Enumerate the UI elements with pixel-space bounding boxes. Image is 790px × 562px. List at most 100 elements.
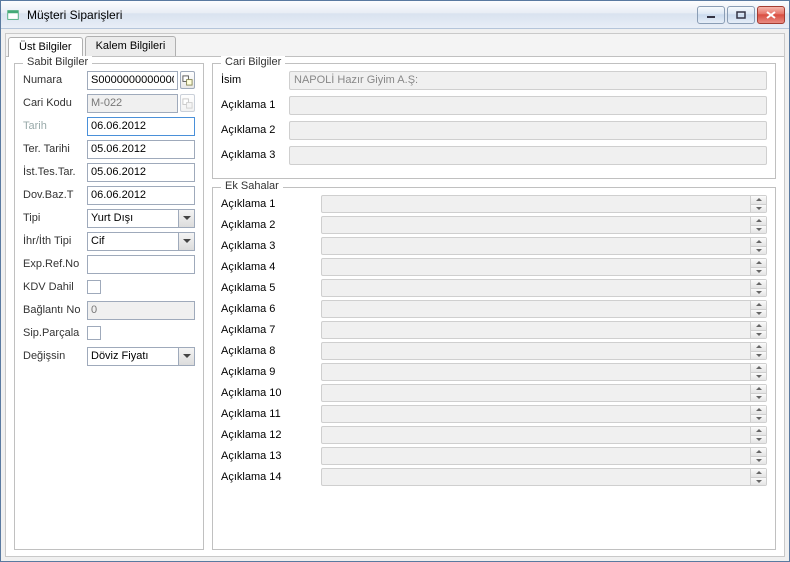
ek-aciklama-7-input[interactable] [321,321,767,339]
chevron-down-icon [178,348,194,365]
tab-ust-bilgiler[interactable]: Üst Bilgiler [8,37,83,57]
ek-label: Açıklama 13 [221,450,321,462]
ek-row: Açıklama 2 [221,215,767,235]
ek-aciklama-9-input[interactable] [321,363,767,381]
baglanti-no-input[interactable] [87,301,195,320]
ek-row: Açıklama 3 [221,236,767,256]
exp-ref-no-input[interactable] [87,255,195,274]
close-button[interactable] [757,6,785,24]
cari-aciklama3-value [289,146,767,165]
ek-value [322,301,750,317]
window-buttons [697,6,785,24]
spin-up-button[interactable] [751,196,766,204]
spin-up-button[interactable] [751,217,766,225]
ek-aciklama-3-input[interactable] [321,237,767,255]
cari-kodu-lookup-button[interactable] [180,94,195,112]
spin-down-button[interactable] [751,246,766,255]
spin-down-button[interactable] [751,435,766,444]
ek-value [322,469,750,485]
lbl-exp-ref-no: Exp.Ref.No [23,258,87,270]
ek-aciklama-12-input[interactable] [321,426,767,444]
spin-down-button[interactable] [751,372,766,381]
numara-input[interactable] [87,71,178,90]
minimize-button[interactable] [697,6,725,24]
ek-label: Açıklama 8 [221,345,321,357]
kdv-dahil-checkbox[interactable] [87,280,101,294]
numara-lookup-button[interactable] [180,71,195,89]
spin-down-button[interactable] [751,267,766,276]
spin-up-button[interactable] [751,238,766,246]
window-title: Müşteri Siparişleri [27,8,697,22]
spin-up-button[interactable] [751,343,766,351]
ek-value [322,343,750,359]
ek-label: Açıklama 4 [221,261,321,273]
spin-down-button[interactable] [751,225,766,234]
cari-kodu-input[interactable] [87,94,178,113]
dov-baz-t-input[interactable] [87,186,195,205]
spin-down-button[interactable] [751,309,766,318]
spin-buttons [750,217,766,233]
ihr-ith-tipi-select[interactable]: Cif [87,232,195,251]
ek-rows-container: Açıklama 1Açıklama 2Açıklama 3 Açıklama 4… [221,194,767,487]
lbl-isim: İsim [221,74,289,86]
ek-row: Açıklama 5 [221,278,767,298]
spin-buttons [750,385,766,401]
ek-aciklama-6-input[interactable] [321,300,767,318]
ter-tarihi-input[interactable] [87,140,195,159]
ek-aciklama-10-input[interactable] [321,384,767,402]
ek-aciklama-13-input[interactable] [321,447,767,465]
spin-up-button[interactable] [751,322,766,330]
ek-value [322,280,750,296]
spin-down-button[interactable] [751,456,766,465]
spin-down-button[interactable] [751,204,766,213]
spin-up-button[interactable] [751,406,766,414]
spin-up-button[interactable] [751,259,766,267]
spin-up-button[interactable] [751,448,766,456]
ek-aciklama-1-input[interactable] [321,195,767,213]
fieldset-sabit-bilgiler: Sabit Bilgiler Numara Cari Kodu [14,63,204,550]
ek-row: Açıklama 9 [221,362,767,382]
spin-buttons [750,280,766,296]
spin-up-button[interactable] [751,364,766,372]
ek-aciklama-5-input[interactable] [321,279,767,297]
spin-up-button[interactable] [751,427,766,435]
ek-aciklama-8-input[interactable] [321,342,767,360]
lbl-ist-tes-tar: İst.Tes.Tar. [23,166,87,178]
tipi-value: Yurt Dışı [91,212,133,224]
ek-aciklama-14-input[interactable] [321,468,767,486]
spin-down-button[interactable] [751,477,766,486]
sip-parcala-checkbox[interactable] [87,326,101,340]
lbl-cari-kodu: Cari Kodu [23,97,87,109]
ek-aciklama-4-input[interactable] [321,258,767,276]
tab-kalem-bilgileri[interactable]: Kalem Bilgileri [85,36,177,56]
ek-row: Açıklama 11 [221,404,767,424]
ek-label: Açıklama 10 [221,387,321,399]
spin-buttons [750,196,766,212]
spin-up-button[interactable] [751,469,766,477]
tipi-select[interactable]: Yurt Dışı [87,209,195,228]
spin-down-button[interactable] [751,330,766,339]
ek-value [322,196,750,212]
legend-ek: Ek Sahalar [221,180,283,192]
ist-tes-tar-input[interactable] [87,163,195,182]
spin-down-button[interactable] [751,393,766,402]
maximize-button[interactable] [727,6,755,24]
ek-row: Açıklama 10 [221,383,767,403]
ek-value [322,448,750,464]
ek-aciklama-11-input[interactable] [321,405,767,423]
spin-up-button[interactable] [751,280,766,288]
spin-down-button[interactable] [751,288,766,297]
ek-row: Açıklama 1 [221,194,767,214]
titlebar: Müşteri Siparişleri [1,1,789,29]
spin-up-button[interactable] [751,301,766,309]
ek-label: Açıklama 12 [221,429,321,441]
ek-aciklama-2-input[interactable] [321,216,767,234]
degissin-select[interactable]: Döviz Fiyatı [87,347,195,366]
spin-down-button[interactable] [751,414,766,423]
spin-up-button[interactable] [751,385,766,393]
ek-value [322,322,750,338]
ihr-ith-tipi-value: Cif [91,235,104,247]
cari-aciklama2-value [289,121,767,140]
tarih-input[interactable] [87,117,195,136]
spin-down-button[interactable] [751,351,766,360]
